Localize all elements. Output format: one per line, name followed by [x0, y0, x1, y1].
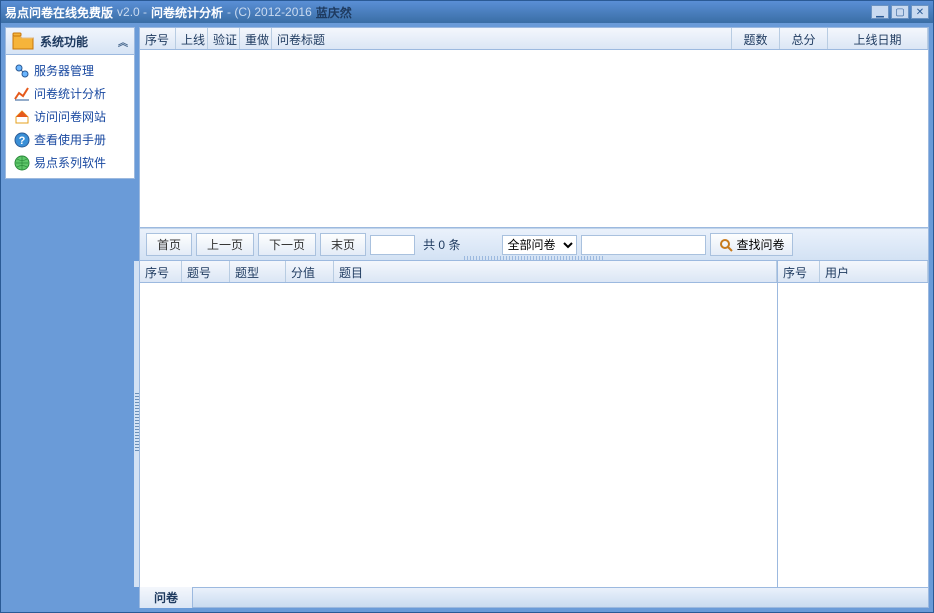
app-window: 易点问卷在线免费版 v2.0 - 问卷统计分析 - (C) 2012-2016 … — [0, 0, 934, 613]
col-u-index[interactable]: 序号 — [778, 261, 820, 282]
home-icon — [14, 109, 30, 125]
page-spinner[interactable] — [370, 235, 415, 255]
sidebar-list: 服务器管理 问卷统计分析 访问问卷网站 ? 查看使用手册 — [6, 55, 134, 178]
prev-page-button[interactable]: 上一页 — [196, 233, 254, 256]
sidebar-item-label: 服务器管理 — [34, 62, 94, 79]
first-page-button[interactable]: 首页 — [146, 233, 192, 256]
sidebar-item-label: 问卷统计分析 — [34, 85, 106, 102]
question-panel: 序号 题号 题型 分值 题目 — [140, 261, 778, 587]
user-grid-header: 序号 用户 — [778, 261, 928, 283]
pagination-toolbar: 首页 上一页 下一页 末页 共 0 条 全部问卷 查找问卷 — [140, 228, 928, 261]
col-q-score[interactable]: 分值 — [286, 261, 334, 282]
search-icon — [719, 238, 733, 252]
folder-icon — [12, 32, 34, 50]
server-icon — [14, 63, 30, 79]
title-author: 蓝庆然 — [316, 4, 352, 21]
title-main: 易点问卷在线免费版 — [5, 4, 113, 21]
col-q-num[interactable]: 题号 — [182, 261, 230, 282]
question-grid-body[interactable] — [140, 283, 777, 587]
col-qcount[interactable]: 题数 — [732, 28, 780, 49]
sidebar-panel: 系统功能 ︽ 服务器管理 问卷统计分析 访问问卷网站 — [5, 27, 135, 179]
app-body: 系统功能 ︽ 服务器管理 问卷统计分析 访问问卷网站 — [1, 23, 933, 612]
sidebar-header[interactable]: 系统功能 ︽ — [6, 28, 134, 55]
search-input[interactable] — [581, 235, 706, 255]
sidebar-item-products[interactable]: 易点系列软件 — [6, 151, 134, 174]
svg-text:?: ? — [19, 135, 26, 147]
sidebar-item-label: 查看使用手册 — [34, 131, 106, 148]
col-redo[interactable]: 重做 — [240, 28, 272, 49]
chart-icon — [14, 86, 30, 102]
last-page-button[interactable]: 末页 — [320, 233, 366, 256]
maximize-button[interactable]: ▢ — [891, 5, 909, 19]
titlebar: 易点问卷在线免费版 v2.0 - 问卷统计分析 - (C) 2012-2016 … — [1, 1, 933, 23]
col-q-type[interactable]: 题型 — [230, 261, 286, 282]
col-score[interactable]: 总分 — [780, 28, 828, 49]
col-date[interactable]: 上线日期 — [828, 28, 928, 49]
vgrip-icon — [135, 391, 139, 451]
sidebar-item-analysis[interactable]: 问卷统计分析 — [6, 82, 134, 105]
statusbar: 问卷 — [140, 587, 928, 607]
user-panel: 序号 用户 — [778, 261, 928, 587]
sidebar-item-server[interactable]: 服务器管理 — [6, 59, 134, 82]
survey-grid-body[interactable] — [140, 50, 928, 227]
help-icon: ? — [14, 132, 30, 148]
title-version: v2.0 - — [117, 5, 147, 19]
col-verify[interactable]: 验证 — [208, 28, 240, 49]
detail-split: 序号 题号 题型 分值 题目 序号 用户 — [140, 261, 928, 587]
filter-select[interactable]: 全部问卷 — [502, 235, 577, 255]
next-page-button[interactable]: 下一页 — [258, 233, 316, 256]
close-button[interactable]: ✕ — [911, 5, 929, 19]
title-copyright: - (C) 2012-2016 — [227, 5, 312, 19]
col-index[interactable]: 序号 — [140, 28, 176, 49]
globe-icon — [14, 155, 30, 171]
sidebar: 系统功能 ︽ 服务器管理 问卷统计分析 访问问卷网站 — [1, 23, 139, 612]
col-q-title[interactable]: 题目 — [334, 261, 777, 282]
minimize-button[interactable]: ▁ — [871, 5, 889, 19]
survey-grid: 序号 上线 验证 重做 问卷标题 题数 总分 上线日期 — [140, 28, 928, 228]
col-online[interactable]: 上线 — [176, 28, 208, 49]
sidebar-item-label: 访问问卷网站 — [34, 108, 106, 125]
sidebar-item-visit[interactable]: 访问问卷网站 — [6, 105, 134, 128]
user-grid-body[interactable] — [778, 283, 928, 587]
sidebar-title: 系统功能 — [40, 33, 88, 50]
col-u-user[interactable]: 用户 — [820, 261, 928, 282]
title-section: 问卷统计分析 — [151, 4, 223, 21]
question-grid-header: 序号 题号 题型 分值 题目 — [140, 261, 777, 283]
status-tab[interactable]: 问卷 — [140, 587, 193, 608]
sidebar-item-manual[interactable]: ? 查看使用手册 — [6, 128, 134, 151]
survey-grid-header: 序号 上线 验证 重做 问卷标题 题数 总分 上线日期 — [140, 28, 928, 50]
collapse-icon[interactable]: ︽ — [118, 34, 128, 49]
search-button[interactable]: 查找问卷 — [710, 233, 793, 256]
col-q-index[interactable]: 序号 — [140, 261, 182, 282]
sidebar-item-label: 易点系列软件 — [34, 154, 106, 171]
count-label: 共 0 条 — [423, 236, 460, 253]
content: 序号 上线 验证 重做 问卷标题 题数 总分 上线日期 首页 上一页 下一页 末… — [139, 27, 929, 608]
col-title[interactable]: 问卷标题 — [272, 28, 732, 49]
